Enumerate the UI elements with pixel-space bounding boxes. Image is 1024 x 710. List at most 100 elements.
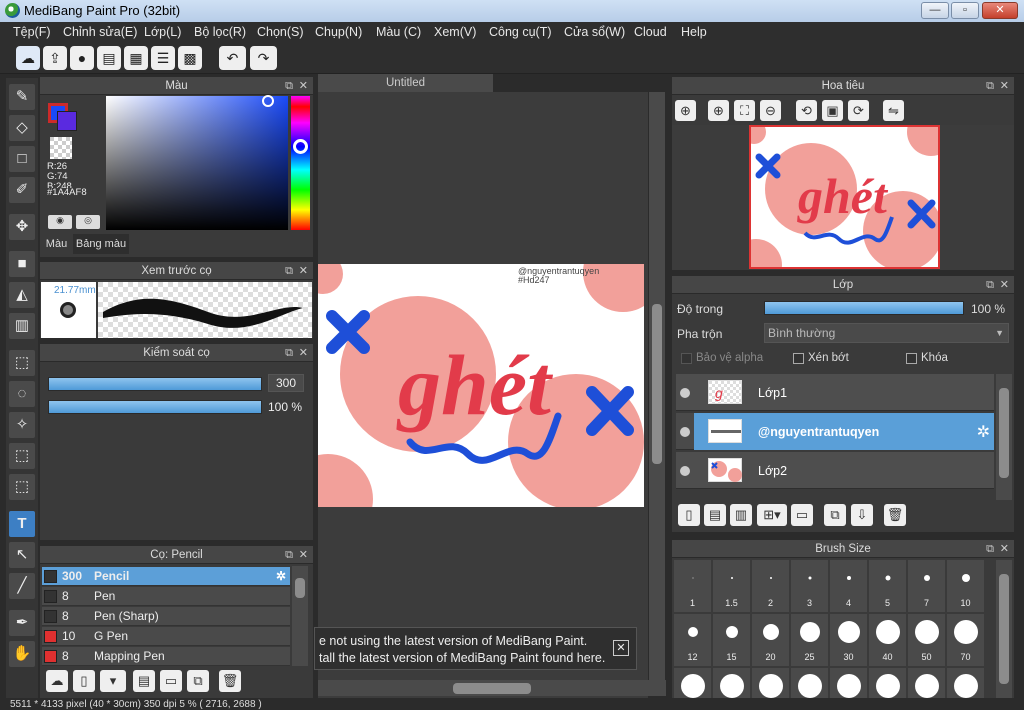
brush-size-cell[interactable]: 10 xyxy=(947,560,984,612)
close-icon[interactable]: ✕ xyxy=(299,77,308,95)
brush-size-cell[interactable]: 50 xyxy=(908,614,945,666)
hue-slider[interactable] xyxy=(291,96,310,230)
visibility-icon[interactable] xyxy=(680,388,690,398)
close-icon[interactable]: ✕ xyxy=(1000,540,1009,558)
sv-cursor[interactable] xyxy=(262,95,274,107)
gear-icon[interactable]: ✲ xyxy=(276,567,286,585)
palette-icon[interactable]: ◉ xyxy=(48,215,72,229)
brush-size-cell[interactable]: 20 xyxy=(752,614,789,666)
close-icon[interactable]: ✕ xyxy=(1000,77,1009,95)
hand-tool-icon[interactable]: ✋ xyxy=(9,641,35,667)
cloud-brush-icon[interactable]: ☁ xyxy=(46,670,68,692)
brush-item-pen[interactable]: 8 Pen xyxy=(42,587,290,606)
canvas-vertical-scrollbar[interactable] xyxy=(649,92,665,682)
brush-size-cell[interactable]: 1000 xyxy=(947,668,984,698)
add-layer-menu-icon[interactable]: ⊞▾ xyxy=(757,504,787,526)
flip-icon[interactable]: ⇋ xyxy=(883,100,904,121)
brush-tool-icon[interactable]: ✎ xyxy=(9,84,35,110)
layer-scrollbar[interactable] xyxy=(996,374,1012,500)
notice-close-button[interactable]: ✕ xyxy=(613,640,629,656)
lock-checkbox[interactable] xyxy=(906,353,917,364)
brush-item-pencil[interactable]: 300 Pencil ✲ xyxy=(42,567,290,586)
menu-file[interactable]: Tệp(F) xyxy=(13,25,51,39)
share-icon[interactable]: ⇪ xyxy=(43,46,67,70)
select-pen-tool-icon[interactable]: ⬚ xyxy=(9,443,35,469)
float-icon[interactable]: ⧉ xyxy=(285,262,293,280)
brush-size-cell[interactable]: 2 xyxy=(752,560,789,612)
layer-folder-icon[interactable]: ▭ xyxy=(791,504,813,526)
rotate-left-icon[interactable]: ⟲ xyxy=(796,100,817,121)
close-icon[interactable]: ✕ xyxy=(299,344,308,362)
close-window-button[interactable]: ✕ xyxy=(982,2,1018,19)
close-icon[interactable]: ✕ xyxy=(299,546,308,564)
close-icon[interactable]: ✕ xyxy=(1000,276,1009,294)
menu-filter[interactable]: Bộ lọc(R) xyxy=(194,25,246,39)
brush-size-cell[interactable]: 15 xyxy=(713,614,750,666)
minimize-button[interactable]: — xyxy=(921,2,949,19)
visibility-icon[interactable] xyxy=(680,466,690,476)
folder-icon[interactable]: ▭ xyxy=(160,670,182,692)
navigator-thumbnail[interactable]: ghét xyxy=(749,125,940,269)
chat-icon[interactable]: ▤ xyxy=(97,46,121,70)
dot-tool-icon[interactable]: ✐ xyxy=(9,177,35,203)
tab-color[interactable]: Màu xyxy=(41,234,72,254)
layer-item-3[interactable]: Lớp2 xyxy=(676,452,994,489)
float-icon[interactable]: ⧉ xyxy=(986,276,994,294)
background-color-swatch[interactable] xyxy=(57,111,77,131)
menu-capture[interactable]: Chụp(N) xyxy=(315,25,362,39)
rectangle-tool-icon[interactable]: □ xyxy=(9,146,35,172)
notice-line-2[interactable]: tall the latest version of MediBang Pain… xyxy=(319,651,605,665)
brush-size-cell[interactable]: 70 xyxy=(947,614,984,666)
page-icon[interactable]: ▦ xyxy=(124,46,148,70)
menu-help[interactable]: Help xyxy=(681,25,707,39)
comment-icon[interactable]: ● xyxy=(70,46,94,70)
fit-icon[interactable]: ⛶ xyxy=(734,100,755,121)
brush-size-cell[interactable]: 100 xyxy=(674,668,711,698)
select-tool-icon[interactable]: ⬚ xyxy=(9,350,35,376)
duplicate-icon[interactable]: ⧉ xyxy=(187,670,209,692)
divide-tool-icon[interactable]: ╱ xyxy=(9,573,35,599)
zoom-in-icon[interactable]: ⊕ xyxy=(675,100,696,121)
saturation-value-picker[interactable] xyxy=(106,96,288,230)
brush-size-cell[interactable]: 400 xyxy=(830,668,867,698)
brush-size-cell[interactable]: 700 xyxy=(908,668,945,698)
delete-layer-icon[interactable]: 🗑 xyxy=(884,504,906,526)
brush-size-cell[interactable]: 4 xyxy=(830,560,867,612)
gradient-tool-icon[interactable]: ▥ xyxy=(9,313,35,339)
duplicate-layer-icon[interactable]: ⧉ xyxy=(824,504,846,526)
brush-size-cell[interactable]: 3 xyxy=(791,560,828,612)
new-layer-icon[interactable]: ▯ xyxy=(678,504,700,526)
undo-icon[interactable]: ↶ xyxy=(219,46,246,70)
blend-mode-select[interactable]: Bình thường ▼ xyxy=(764,323,1009,343)
layer-item-2[interactable]: @nguyentrantuqyen ✲ xyxy=(676,413,994,450)
brush-settings-icon[interactable]: ▤ xyxy=(133,670,155,692)
float-icon[interactable]: ⧉ xyxy=(285,344,293,362)
redo-icon[interactable]: ↷ xyxy=(250,46,277,70)
menu-select[interactable]: Chọn(S) xyxy=(257,25,304,39)
zoom-in-2-icon[interactable]: ⊕ xyxy=(708,100,729,121)
operation-tool-icon[interactable]: ↖ xyxy=(9,542,35,568)
float-icon[interactable]: ⧉ xyxy=(285,546,293,564)
brush-size-cell[interactable]: 25 xyxy=(791,614,828,666)
brush-size-cell[interactable]: 40 xyxy=(869,614,906,666)
document-canvas[interactable]: ghét @nguyentrantuqyen #Hd247 xyxy=(318,264,644,507)
menu-window[interactable]: Cửa sổ(W) xyxy=(564,25,625,39)
rotate-reset-icon[interactable]: ▣ xyxy=(822,100,843,121)
dropper-icon[interactable]: ◎ xyxy=(76,215,100,229)
new-brush-icon[interactable]: ▯ xyxy=(73,670,95,692)
add-brush-icon[interactable]: ▾ xyxy=(100,670,126,692)
text-tool-icon[interactable]: T xyxy=(9,511,35,537)
fill-rect-tool-icon[interactable]: ■ xyxy=(9,251,35,277)
brush-item-pen-sharp[interactable]: 8 Pen (Sharp) xyxy=(42,607,290,626)
menu-edit[interactable]: Chỉnh sửa(E) xyxy=(63,25,137,39)
transparent-color-swatch[interactable] xyxy=(50,137,72,159)
trash-icon[interactable]: 🗑 xyxy=(219,670,241,692)
visibility-icon[interactable] xyxy=(680,427,690,437)
tab-palette[interactable]: Bảng màu xyxy=(73,234,129,254)
gear-icon[interactable]: ✲ xyxy=(977,422,990,442)
brush-size-cell[interactable]: 1 xyxy=(674,560,711,612)
menu-view[interactable]: Xem(V) xyxy=(434,25,476,39)
canvas-horizontal-scrollbar[interactable] xyxy=(318,680,666,696)
brush-size-cell[interactable]: 1.5 xyxy=(713,560,750,612)
lasso-tool-icon[interactable]: ◌ xyxy=(9,381,35,407)
